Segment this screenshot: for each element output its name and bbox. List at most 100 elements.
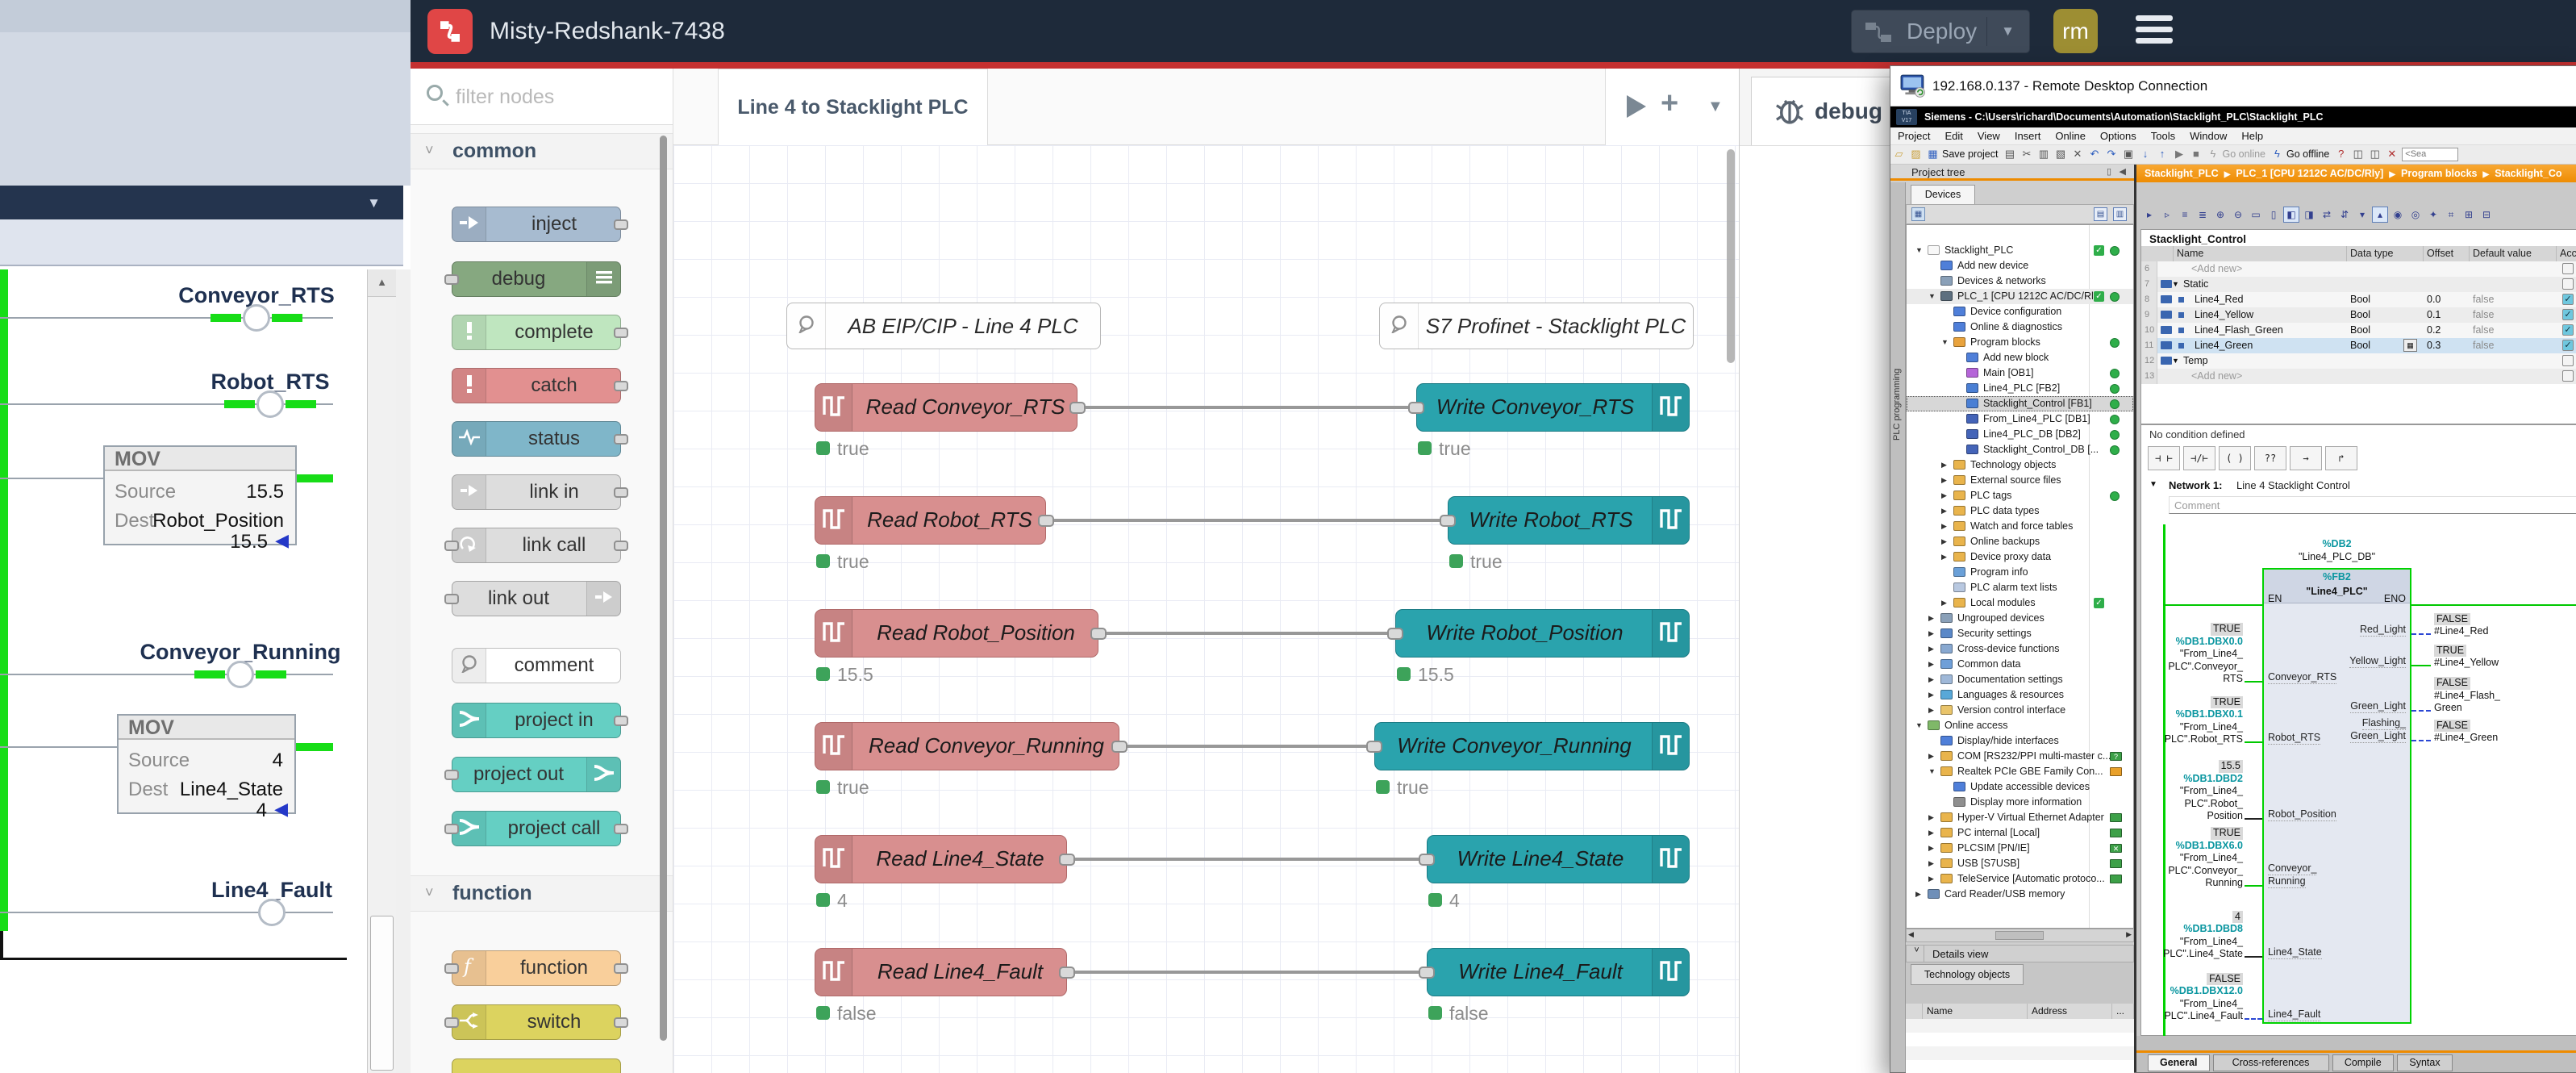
tree-item-pc-internal-local-[interactable]: ▶PC internal [Local] [1907,825,2133,841]
editor-toolbar-icon[interactable]: ◎ [2407,207,2424,223]
tree-expander-icon[interactable]: ▶ [1928,657,1934,672]
output-port[interactable] [1069,402,1086,414]
menu-project[interactable]: Project [1890,127,1937,145]
tree-item-stacklight-control-db-[interactable]: Stacklight_Control_DB [... [1907,442,2133,457]
accessible-checkbox[interactable] [2562,355,2574,366]
details-collapse-icon[interactable]: ˅ [1910,946,1924,962]
palette-node-project-out[interactable]: project out [452,757,621,792]
tree-item-plc-alarm-text-lists[interactable]: PLC alarm text lists [1907,580,2133,595]
menu-online[interactable]: Online [2048,127,2093,145]
accessible-checkbox[interactable]: ✓ [2562,294,2574,305]
tree-expander-icon[interactable]: ▶ [1928,687,1934,703]
tree-expander-icon[interactable]: ▼ [1915,718,1923,733]
save-project-icon[interactable]: ▦ [1925,147,1940,162]
accessible-checkbox[interactable]: ✓ [2562,324,2574,336]
tree-expander-icon[interactable]: ▶ [1915,887,1921,902]
mov-instruction[interactable]: MOVSource4DestLine4_State4◀ [117,714,296,814]
read-node[interactable]: Read Conveyor_RTS [815,383,1078,432]
tree-expander-icon[interactable]: ▶ [1928,749,1934,764]
flow-tab[interactable]: Line 4 to Stacklight PLC [718,69,988,145]
read-node[interactable]: Read Conveyor_Running [815,722,1119,770]
network-header[interactable]: ▼ Network 1: Line 4 Stacklight Control [2141,477,2576,495]
fb-output-tag[interactable]: FALSE#Line4_Red [2434,613,2576,638]
fb-input-operand[interactable]: TRUE%DB1.DBX0.1"From_Line4_PLC".Robot_RT… [2134,696,2243,746]
palette-node-function[interactable]: ffunction [452,950,621,986]
fb-input-operand[interactable]: 4%DB1.DBD8"From_Line4_PLC".Line4_State [2134,911,2243,961]
input-port[interactable] [444,770,459,780]
editor-toolbar-icon[interactable]: ▴ [2372,207,2388,223]
print-icon[interactable]: ▤ [2002,147,2017,162]
palette-node-project-call[interactable]: project call [452,811,621,846]
tree-expander-icon[interactable]: ▶ [1928,871,1934,887]
scroll-up-icon[interactable]: ▲ [368,269,396,297]
output-coil[interactable] [258,899,286,926]
output-port[interactable] [614,487,628,498]
input-port[interactable] [444,963,459,974]
tree-expander-icon[interactable]: ▶ [1928,825,1934,841]
download-icon[interactable]: ↓ [2137,147,2153,162]
editor-toolbar-icon[interactable]: ⊞ [2461,207,2477,223]
accessible-checkbox[interactable]: ✓ [2562,340,2574,351]
tree-expander-icon[interactable]: ▶ [1928,626,1934,641]
tree-item-main-ob1-[interactable]: Main [OB1] [1907,365,2133,381]
output-port[interactable] [614,219,628,230]
palette-node-link-out[interactable]: link out [452,581,621,616]
fb-output-tag[interactable]: TRUE#Line4_Yellow [2434,645,2576,670]
tree-item-documentation-settings[interactable]: ▶Documentation settings [1907,672,2133,687]
palette-scroll-thumb[interactable] [660,136,667,1041]
output-port[interactable] [614,824,628,834]
write-node[interactable]: Write Line4_State [1427,835,1690,883]
tree-expander-icon[interactable]: ▶ [1941,473,1947,488]
accessible-checkbox[interactable]: ✓ [2562,309,2574,320]
editor-toolbar-icon[interactable]: ⇄ [2319,207,2335,223]
input-port[interactable] [1387,628,1403,640]
menu-view[interactable]: View [1970,127,2007,145]
tree-expander-icon[interactable]: ▶ [1941,549,1947,565]
tree-expander-icon[interactable]: ▼ [1928,764,1936,779]
palette-node-link-call[interactable]: link call [452,528,621,563]
add-flow-icon[interactable]: + [1661,86,1678,121]
fb-input-operand[interactable]: TRUE%DB1.DBX0.0"From_Line4_PLC".Conveyor… [2134,623,2243,686]
palette-node-link-in[interactable]: link in [452,474,621,510]
output-port[interactable] [614,434,628,445]
tree-item-add-new-block[interactable]: Add new block [1907,350,2133,365]
palette-filter-input[interactable] [456,78,657,115]
fb-input-operand[interactable]: FALSE%DB1.DBX12.0"From_Line4_PLC".Line4_… [2134,973,2243,1023]
interface-row[interactable]: 10Line4_Flash_GreenBool0.2false✓ [2141,323,2576,338]
palette-category-function[interactable]: ˅function [411,875,673,912]
input-port[interactable] [444,824,459,834]
tree-item-common-data[interactable]: ▶Common data [1907,657,2133,672]
output-port[interactable] [1090,628,1107,640]
palette-category-common[interactable]: ˅common [411,133,673,169]
editor-toolbar-icon[interactable]: ▭ [2248,207,2264,223]
tree-item-plcsim-pn-ie-[interactable]: ▶PLCSIM [PN/IE]✕ [1907,841,2133,856]
user-avatar[interactable]: rm [2053,9,2098,53]
palette-node-partial[interactable] [452,1058,621,1073]
write-node[interactable]: Write Conveyor_Running [1374,722,1690,770]
toolbar-search-input[interactable]: <Sea [2402,148,2458,161]
tree-expander-icon[interactable]: ▶ [1928,810,1934,825]
editor-toolbar-icon[interactable]: ⊟ [2478,207,2495,223]
palette-node-complete[interactable]: complete [452,315,621,350]
menu-help[interactable]: Help [2234,127,2270,145]
input-port[interactable] [444,594,459,604]
main-menu-icon[interactable] [2136,15,2173,48]
editor-toolbar-icon[interactable]: ▯ [2265,207,2282,223]
scroll-right-icon[interactable]: ▶ [2126,930,2132,939]
tree-item-teleservice-automatic-protoco-[interactable]: ▶TeleService [Automatic protoco... [1907,871,2133,887]
editor-toolbar-icon[interactable]: ⌗ [2443,207,2459,223]
lad-tool-button[interactable]: ( ) [2219,446,2251,470]
tree-expander-icon[interactable]: ▶ [1941,457,1947,473]
output-port[interactable] [614,328,628,338]
editor-toolbar-icon[interactable]: ≣ [2195,207,2211,223]
new-project-icon[interactable]: ▱ [1891,147,1907,162]
fb-output-tag[interactable]: FALSE#Line4_Flash_Green [2434,677,2576,715]
tab-technology-objects[interactable]: Technology objects [1911,964,2024,985]
palette-node-catch[interactable]: catch [452,368,621,403]
tree-item-line4-plc-fb2-[interactable]: Line4_PLC [FB2] [1907,381,2133,396]
editor-toolbar-icon[interactable]: ◉ [2390,207,2406,223]
tree-expander-icon[interactable]: ▶ [1928,641,1934,657]
input-port[interactable] [1408,402,1424,414]
read-node[interactable]: Read Line4_Fault [815,948,1067,996]
cut-icon[interactable]: ✂ [2019,147,2034,162]
